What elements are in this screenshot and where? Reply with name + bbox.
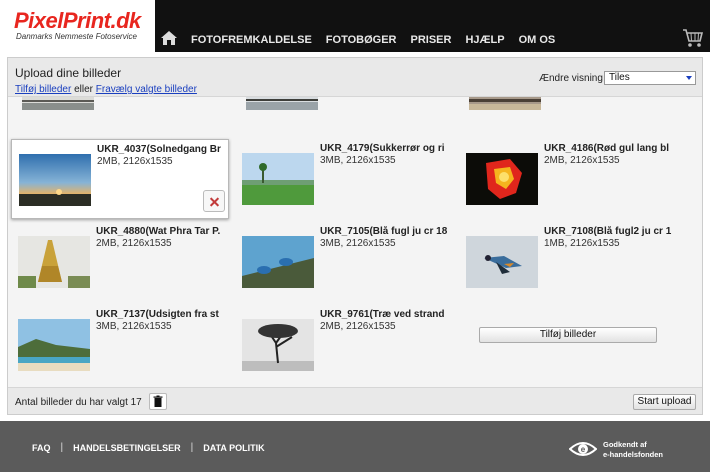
main-nav: FOTOFREMKALDELSE FOTOBØGER PRISER HJÆLP … xyxy=(191,34,555,46)
image-name: UKR_4880(Wat Phra Tar P. xyxy=(96,226,221,237)
image-thumbnail xyxy=(19,154,91,206)
view-mode-value: Tiles xyxy=(609,72,630,83)
image-name: UKR_7137(Udsigten fra st xyxy=(96,309,219,320)
footer-links: FAQ | HANDELSBETINGELSER | DATA POLITIK xyxy=(32,442,265,453)
nav-item-fotobooger[interactable]: FOTOBØGER xyxy=(326,34,397,46)
footer-link-data-politik[interactable]: DATA POLITIK xyxy=(203,443,264,453)
e-maerket-icon[interactable]: e xyxy=(569,439,597,459)
image-tile[interactable]: UKR_4186(Rød gul lang bl 2MB, 2126x1535 xyxy=(459,139,677,219)
panel-actions: Tilføj billeder eller Fravælg valgte bil… xyxy=(15,84,197,95)
or-text: eller xyxy=(71,84,96,95)
image-tile[interactable]: UKR_4179(Sukkerrør og ri 3MB, 2126x1535 xyxy=(235,139,453,219)
image-name: UKR_7108(Blå fugl2 ju cr 1 xyxy=(544,226,672,237)
footer-separator: | xyxy=(60,442,64,453)
selected-count-text: Antal billeder du har valgt 17 xyxy=(15,397,142,408)
image-thumbnail xyxy=(242,153,314,205)
image-meta: 3MB, 2126x1535 xyxy=(96,321,172,332)
chevron-down-icon xyxy=(686,76,692,80)
view-mode-select[interactable]: Tiles xyxy=(604,71,696,85)
image-grid[interactable]: UKR_4037(Solnedgang Br 2MB, 2126x1535 UK… xyxy=(8,96,702,388)
add-images-link[interactable]: Tilføj billeder xyxy=(15,84,71,95)
logo[interactable]: PixelPrint.dk Danmarks Nemmeste Fotoserv… xyxy=(0,0,155,52)
footer-link-faq[interactable]: FAQ xyxy=(32,443,51,453)
image-name: UKR_9761(Træ ved strand xyxy=(320,309,445,320)
image-tile[interactable]: UKR_7137(Udsigten fra st 3MB, 2126x1535 xyxy=(11,305,229,385)
image-tile[interactable]: UKR_7108(Blå fugl2 ju cr 1 1MB, 2126x153… xyxy=(459,222,677,302)
add-images-button[interactable]: Tilføj billeder xyxy=(479,327,657,343)
image-meta: 2MB, 2126x1535 xyxy=(320,321,396,332)
e-maerket-badge-text: Godkendt af e-handelsfonden xyxy=(603,440,663,460)
home-icon[interactable] xyxy=(160,30,178,46)
nav-item-fotofremkaldelse[interactable]: FOTOFREMKALDELSE xyxy=(191,34,312,46)
image-thumbnail xyxy=(18,236,90,288)
remove-image-button[interactable] xyxy=(203,190,225,212)
image-meta: 3MB, 2126x1535 xyxy=(320,238,396,249)
nav-item-om-os[interactable]: OM OS xyxy=(519,34,556,46)
image-thumbnail xyxy=(466,236,538,288)
image-name: UKR_4037(Solnedgang Br xyxy=(97,144,221,155)
badge-line-1: Godkendt af xyxy=(603,440,647,449)
image-tile[interactable]: UKR_7105(Blå fugl ju cr 18 3MB, 2126x153… xyxy=(235,222,453,302)
badge-line-2: e-handelsfonden xyxy=(603,450,664,459)
panel-title: Upload dine billeder xyxy=(15,66,122,80)
image-meta: 1MB, 2126x1535 xyxy=(544,238,620,249)
svg-text:e: e xyxy=(581,445,586,454)
start-upload-button[interactable]: Start upload xyxy=(633,394,696,410)
image-name: UKR_4179(Sukkerrør og ri xyxy=(320,143,445,154)
image-meta: 3MB, 2126x1535 xyxy=(320,155,396,166)
thumbnail-partial xyxy=(469,97,541,110)
thumbnail-partial xyxy=(22,97,94,110)
nav-item-priser[interactable]: PRISER xyxy=(411,34,452,46)
image-thumbnail xyxy=(242,319,314,371)
footer-link-handelsbetingelser[interactable]: HANDELSBETINGELSER xyxy=(73,443,181,453)
image-meta: 2MB, 2126x1535 xyxy=(96,238,172,249)
image-thumbnail xyxy=(466,153,538,205)
image-tile[interactable]: UKR_4037(Solnedgang Br 2MB, 2126x1535 xyxy=(11,139,229,219)
logo-tagline: Danmarks Nemmeste Fotoservice xyxy=(16,32,137,41)
top-navigation-bar: PixelPrint.dk Danmarks Nemmeste Fotoserv… xyxy=(0,0,710,52)
shopping-cart-icon[interactable] xyxy=(682,28,704,48)
footer-separator: | xyxy=(190,442,194,453)
image-name: UKR_4186(Rød gul lang bl xyxy=(544,143,670,154)
footer: FAQ | HANDELSBETINGELSER | DATA POLITIK … xyxy=(0,421,710,472)
image-thumbnail xyxy=(242,236,314,288)
delete-all-button[interactable] xyxy=(149,393,167,410)
nav-item-hjaelp[interactable]: HJÆLP xyxy=(465,34,504,46)
image-meta: 2MB, 2126x1535 xyxy=(544,155,620,166)
thumbnail-partial xyxy=(246,97,318,110)
image-thumbnail xyxy=(18,319,90,371)
image-meta: 2MB, 2126x1535 xyxy=(97,156,173,167)
trash-icon xyxy=(153,395,163,407)
upload-panel: Upload dine billeder Tilføj billeder ell… xyxy=(7,57,703,415)
image-tile[interactable]: UKR_9761(Træ ved strand 2MB, 2126x1535 xyxy=(235,305,453,385)
view-label: Ændre visning xyxy=(539,73,603,84)
image-tile[interactable]: UKR_4880(Wat Phra Tar P. 2MB, 2126x1535 xyxy=(11,222,229,302)
image-name: UKR_7105(Blå fugl ju cr 18 xyxy=(320,226,448,237)
logo-text: PixelPrint.dk xyxy=(14,8,141,33)
deselect-images-link[interactable]: Fravælg valgte billeder xyxy=(96,84,197,95)
